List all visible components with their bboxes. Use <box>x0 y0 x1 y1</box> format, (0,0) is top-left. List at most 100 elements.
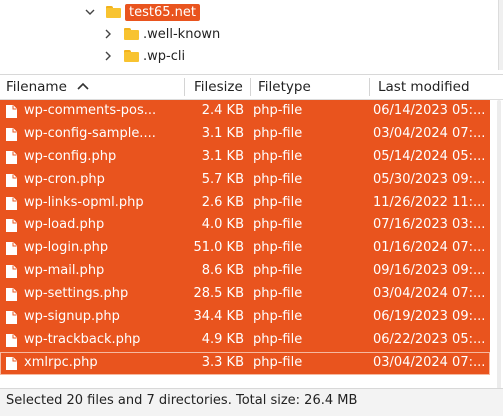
column-divider[interactable] <box>184 78 185 96</box>
table-row[interactable]: wp-links-opml.php 2.6 KB php-file 11/26/202… <box>0 191 490 215</box>
file-type: php-file <box>253 103 303 118</box>
file-type: php-file <box>253 194 303 210</box>
file-type: php-file <box>253 331 303 347</box>
table-row[interactable]: wp-cron.php 5.7 KB php-file 05/30/2023 09:.… <box>0 168 490 192</box>
folder-icon <box>106 6 121 18</box>
table-row[interactable]: wp-trackback.php 4.9 KB php-file 06/22/2023… <box>0 328 490 352</box>
table-row[interactable]: wp-login.php 51.0 KB php-file 01/16/2024 07… <box>0 237 490 261</box>
status-bar: Selected 20 files and 7 directories. Tot… <box>0 388 503 416</box>
file-list: Filename Filesize Filetype Last modified… <box>0 74 503 389</box>
file-icon <box>6 265 17 279</box>
file-modified: 03/04/2024 07:... <box>373 286 486 302</box>
file-size: 3.3 KB <box>201 354 244 370</box>
file-size: 4.9 KB <box>201 331 244 347</box>
tree-item-test65-net[interactable]: test65.net <box>84 1 200 23</box>
file-type: php-file <box>253 354 303 370</box>
file-name: wp-config.php <box>24 148 117 164</box>
file-size: 4.0 KB <box>201 217 244 233</box>
file-name: wp-mail.php <box>24 263 105 279</box>
file-icon <box>6 173 17 187</box>
status-text: Selected 20 files and 7 directories. Tot… <box>6 393 358 408</box>
file-size: 5.7 KB <box>201 171 244 187</box>
chevron-right-icon[interactable] <box>102 50 114 62</box>
file-icon <box>6 127 17 141</box>
file-modified: 09/16/2023 09:... <box>373 263 486 279</box>
column-divider[interactable] <box>250 78 251 96</box>
table-row[interactable]: wp-load.php 4.0 KB php-file 07/16/2023 03:.… <box>0 214 490 238</box>
file-modified: 03/04/2024 07:... <box>373 354 486 370</box>
file-type: php-file <box>253 125 303 141</box>
file-icon <box>6 311 17 325</box>
file-size: 51.0 KB <box>193 240 244 256</box>
file-type: php-file <box>253 240 303 256</box>
table-row[interactable]: wp-config.php 3.1 KB php-file 05/14/2024 05… <box>0 145 490 169</box>
column-divider[interactable] <box>369 78 370 96</box>
file-type: php-file <box>253 171 303 187</box>
table-row[interactable]: wp-mail.php 8.6 KB php-file 09/16/2023 09:.… <box>0 260 490 284</box>
file-modified: 11/26/2022 11:... <box>373 194 486 210</box>
tree-item-label[interactable]: .well-known <box>143 27 220 42</box>
table-row[interactable]: wp-settings.php 28.5 KB php-file 03/04/2024… <box>0 283 490 307</box>
tree-item-well-known[interactable]: .well-known <box>102 23 220 45</box>
file-type: php-file <box>253 309 303 325</box>
file-name: wp-links-opml.php <box>24 194 144 210</box>
file-modified: 01/16/2024 07:... <box>373 240 486 256</box>
file-modified: 06/22/2023 05:... <box>373 331 486 347</box>
tree-scrollbar[interactable] <box>498 0 503 70</box>
file-icon <box>6 219 17 233</box>
file-modified: 06/19/2023 09:... <box>373 309 486 325</box>
chevron-right-icon[interactable] <box>102 28 114 40</box>
file-icon <box>6 150 17 164</box>
file-type: php-file <box>253 286 303 302</box>
file-size: 3.1 KB <box>201 148 244 164</box>
file-size: 34.4 KB <box>193 309 244 325</box>
file-type: php-file <box>253 148 303 164</box>
folder-icon <box>124 50 139 62</box>
tree-item-label[interactable]: .wp-cli <box>143 49 185 64</box>
table-row[interactable]: wp-signup.php 34.4 KB php-file 06/19/2023 0… <box>0 306 490 329</box>
file-icon <box>6 356 17 370</box>
file-modified: 05/14/2024 05:... <box>373 148 486 164</box>
folder-icon <box>124 28 139 40</box>
file-name: xmlrpc.php <box>24 354 98 370</box>
file-name: wp-trackback.php <box>24 331 141 347</box>
file-icon <box>6 242 17 256</box>
file-modified: 05/30/2023 09:... <box>373 171 486 187</box>
tree-item-wp-cli[interactable]: .wp-cli <box>102 45 185 67</box>
file-size: 2.4 KB <box>201 103 244 118</box>
table-row[interactable]: wp-config-sample.... 3.1 KB php-file 03/04/… <box>0 122 490 146</box>
directory-tree: test65.net .well-known .wp-cli <box>0 0 503 70</box>
file-name: wp-signup.php <box>24 309 120 325</box>
file-icon <box>6 288 17 302</box>
file-size: 8.6 KB <box>201 263 244 279</box>
file-icon <box>6 333 17 347</box>
file-type: php-file <box>253 263 303 279</box>
file-size: 3.1 KB <box>201 125 244 141</box>
file-size: 28.5 KB <box>193 286 244 302</box>
file-modified: 06/14/2023 05:... <box>373 103 486 118</box>
tree-item-label[interactable]: test65.net <box>125 3 200 21</box>
file-icon <box>6 196 17 210</box>
column-last-modified[interactable]: Last modified <box>378 75 470 99</box>
column-filetype[interactable]: Filetype <box>258 75 311 99</box>
table-row[interactable]: xmlrpc.php 3.3 KB php-file 03/04/2024 07:..… <box>0 351 490 375</box>
table-row[interactable]: wp-comments-pos... 2.4 KB php-file 06/14/20… <box>0 100 490 123</box>
chevron-down-icon[interactable] <box>84 6 96 18</box>
file-name: wp-login.php <box>24 240 109 256</box>
file-name: wp-load.php <box>24 217 105 233</box>
file-icon <box>6 105 17 118</box>
column-header: Filename Filesize Filetype Last modified <box>0 75 503 100</box>
column-filename-label: Filename <box>6 79 67 95</box>
column-filename[interactable]: Filename <box>6 75 89 99</box>
file-rows: wp-comments-pos... 2.4 KB php-file 06/14/20… <box>0 100 490 375</box>
file-modified: 03/04/2024 07:... <box>373 125 486 141</box>
file-name: wp-config-sample.... <box>24 125 156 141</box>
column-filesize[interactable]: Filesize <box>194 75 243 99</box>
file-name: wp-cron.php <box>24 171 105 187</box>
file-name: wp-comments-pos... <box>24 103 157 118</box>
file-modified: 07/16/2023 03:... <box>373 217 486 233</box>
sort-ascending-icon <box>77 75 89 99</box>
list-scrollbar-track[interactable] <box>497 100 501 389</box>
file-type: php-file <box>253 217 303 233</box>
file-size: 2.6 KB <box>201 194 244 210</box>
